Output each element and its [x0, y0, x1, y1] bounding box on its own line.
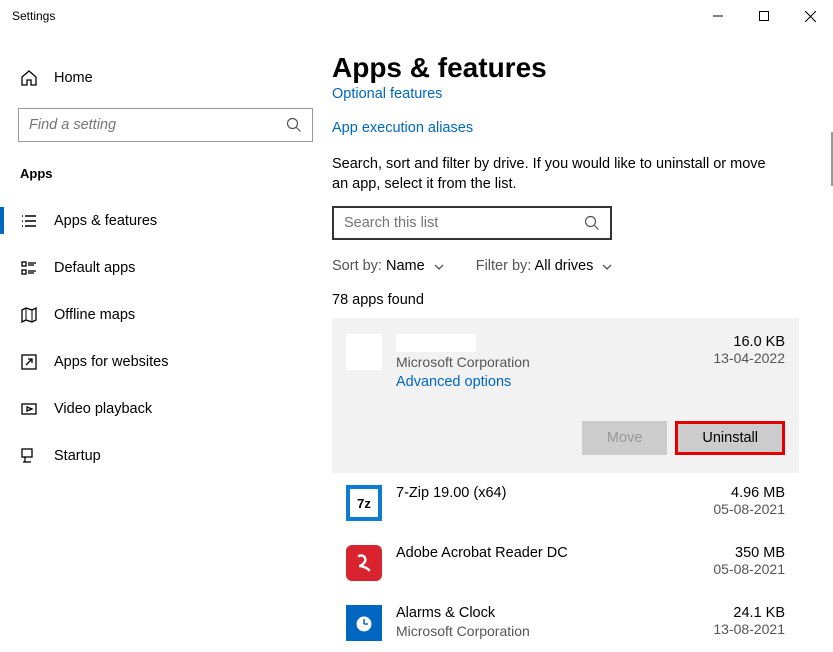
main-panel: Apps & features Optional features App ex…: [332, 32, 833, 652]
defaults-icon: [20, 259, 38, 277]
filter-dropdown[interactable]: Filter by: All drives: [476, 258, 613, 274]
nav-apps-websites[interactable]: Apps for websites: [0, 338, 331, 385]
app-size: 350 MB: [713, 545, 785, 561]
app-item[interactable]: Alarms & Clock Microsoft Corporation 24.…: [332, 593, 799, 652]
home-nav[interactable]: Home: [0, 60, 331, 96]
map-icon: [20, 306, 38, 324]
app-aliases-link[interactable]: App execution aliases: [332, 120, 799, 136]
instructions: Search, sort and filter by drive. If you…: [332, 154, 799, 194]
filter-value: All drives: [535, 258, 594, 274]
close-button[interactable]: [787, 0, 833, 32]
list-icon: [20, 212, 38, 230]
nav-label: Apps for websites: [54, 354, 168, 370]
search-icon: [584, 215, 600, 231]
chevron-down-icon: [602, 264, 612, 270]
app-item-selected[interactable]: Microsoft Corporation Advanced options 1…: [332, 318, 799, 473]
app-list: Microsoft Corporation Advanced options 1…: [332, 318, 799, 652]
home-label: Home: [54, 70, 93, 86]
apps-count: 78 apps found: [332, 292, 799, 308]
app-publisher: Microsoft Corporation: [396, 354, 713, 370]
chevron-down-icon: [434, 264, 444, 270]
video-icon: [20, 400, 38, 418]
app-date: 05-08-2021: [713, 501, 785, 517]
app-icon-acrobat: [346, 545, 382, 581]
open-icon: [20, 353, 38, 371]
settings-search[interactable]: [18, 108, 313, 142]
app-search[interactable]: [332, 206, 612, 240]
move-button: Move: [582, 421, 667, 455]
app-item[interactable]: 7z 7-Zip 19.00 (x64) 4.96 MB 05-08-2021: [332, 473, 799, 533]
uninstall-button[interactable]: Uninstall: [675, 421, 785, 455]
app-date: 13-04-2022: [713, 350, 785, 366]
app-name: Alarms & Clock: [396, 605, 713, 621]
app-icon-7zip: 7z: [346, 485, 382, 521]
nav-default-apps[interactable]: Default apps: [0, 244, 331, 291]
app-size: 4.96 MB: [713, 485, 785, 501]
optional-features-link[interactable]: Optional features: [332, 86, 799, 102]
search-icon: [286, 117, 302, 133]
app-icon-alarms: [346, 605, 382, 641]
settings-search-input[interactable]: [29, 117, 286, 133]
nav-startup[interactable]: Startup: [0, 432, 331, 479]
maximize-button[interactable]: [741, 0, 787, 32]
nav-label: Startup: [54, 448, 101, 464]
app-date: 13-08-2021: [713, 621, 785, 637]
filter-label: Filter by:: [476, 258, 532, 274]
app-publisher: Microsoft Corporation: [396, 623, 713, 639]
app-name: Adobe Acrobat Reader DC: [396, 545, 713, 561]
section-title: Apps: [0, 166, 331, 181]
nav-offline-maps[interactable]: Offline maps: [0, 291, 331, 338]
nav-apps-features[interactable]: Apps & features: [0, 197, 331, 244]
app-name: 7-Zip 19.00 (x64): [396, 485, 713, 501]
page-title: Apps & features: [332, 52, 799, 84]
app-name: [396, 334, 476, 352]
sidebar: Home Apps Apps & features Default apps: [0, 32, 332, 652]
app-size: 24.1 KB: [713, 605, 785, 621]
app-date: 05-08-2021: [713, 561, 785, 577]
nav-label: Apps & features: [54, 213, 157, 229]
nav-video-playback[interactable]: Video playback: [0, 385, 331, 432]
titlebar: Settings: [0, 0, 833, 32]
sort-value: Name: [386, 258, 425, 274]
startup-icon: [20, 447, 38, 465]
window-title: Settings: [12, 9, 55, 23]
app-icon: [346, 334, 382, 370]
sort-dropdown[interactable]: Sort by: Name: [332, 258, 444, 274]
minimize-button[interactable]: [695, 0, 741, 32]
home-icon: [20, 69, 38, 87]
sort-label: Sort by:: [332, 258, 382, 274]
app-item[interactable]: Adobe Acrobat Reader DC 350 MB 05-08-202…: [332, 533, 799, 593]
nav-label: Default apps: [54, 260, 135, 276]
app-search-input[interactable]: [344, 215, 584, 231]
nav-label: Offline maps: [54, 307, 135, 323]
nav-label: Video playback: [54, 401, 152, 417]
advanced-options-link[interactable]: Advanced options: [396, 374, 511, 390]
app-size: 16.0 KB: [713, 334, 785, 350]
